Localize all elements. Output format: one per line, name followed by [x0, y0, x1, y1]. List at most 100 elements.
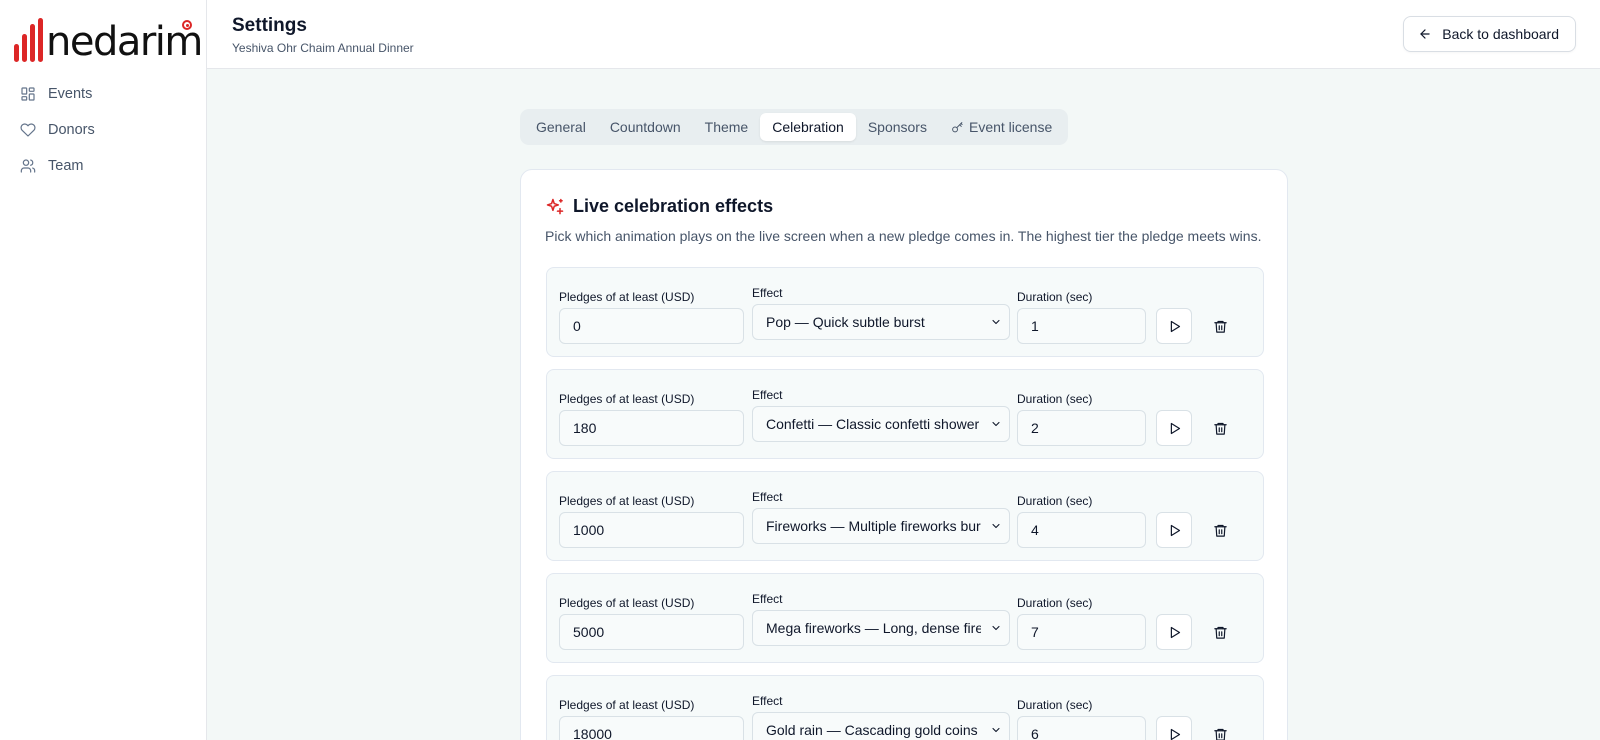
preview-button[interactable]: [1156, 512, 1192, 548]
tab-theme[interactable]: Theme: [693, 113, 761, 141]
duration-input[interactable]: 1: [1017, 308, 1146, 344]
effect-select-value: Confetti — Classic confetti shower: [766, 416, 980, 432]
grid-icon: [21, 87, 35, 101]
min-pledge-label: Pledges of at least (USD): [559, 494, 695, 508]
effect-label: Effect: [752, 694, 783, 708]
celebration-effects-card: Live celebration effects Pick which anim…: [520, 169, 1288, 740]
effect-select[interactable]: Gold rain — Cascading gold coins: [752, 712, 1010, 740]
card-description: Pick which animation plays on the live s…: [545, 228, 1262, 244]
tier-row: Pledges of at least (USD) Effect Duratio…: [546, 471, 1264, 561]
tab-general[interactable]: General: [524, 113, 598, 141]
duration-input[interactable]: 6: [1017, 716, 1146, 740]
min-pledge-label: Pledges of at least (USD): [559, 290, 695, 304]
min-pledge-label: Pledges of at least (USD): [559, 698, 695, 712]
sidebar: nedarim Events Donors Team: [0, 0, 207, 740]
effect-label: Effect: [752, 286, 783, 300]
tab-countdown[interactable]: Countdown: [598, 113, 693, 141]
tier-row: Pledges of at least (USD) Effect Duratio…: [546, 573, 1264, 663]
play-icon: [1170, 422, 1180, 434]
effect-select[interactable]: Mega fireworks — Long, dense fireworks: [752, 610, 1010, 646]
delete-tier-button[interactable]: [1202, 410, 1238, 446]
effect-select-value: Mega fireworks — Long, dense fireworks: [766, 620, 981, 636]
sidebar-item-label: Events: [48, 86, 93, 102]
chevron-down-icon: [992, 319, 1000, 325]
sidebar-item-donors[interactable]: Donors: [20, 112, 190, 148]
duration-label: Duration (sec): [1017, 290, 1093, 304]
card-title: Live celebration effects: [545, 196, 773, 217]
effect-label: Effect: [752, 388, 783, 402]
back-button-label: Back to dashboard: [1442, 26, 1559, 42]
chevron-down-icon: [992, 523, 1000, 529]
preview-button[interactable]: [1156, 716, 1192, 740]
arrow-left-icon: [1420, 29, 1430, 39]
tab-event-license[interactable]: Event license: [939, 113, 1064, 141]
duration-input[interactable]: 7: [1017, 614, 1146, 650]
trash-icon: [1213, 320, 1227, 333]
sidebar-item-label: Donors: [48, 122, 95, 138]
effect-select[interactable]: Fireworks — Multiple fireworks bursts: [752, 508, 1010, 544]
tab-label: Sponsors: [867, 119, 927, 135]
key-icon: [952, 121, 963, 132]
back-to-dashboard-button[interactable]: Back to dashboard: [1403, 16, 1576, 52]
effect-label: Effect: [752, 490, 783, 504]
play-icon: [1170, 524, 1180, 536]
chevron-down-icon: [992, 625, 1000, 631]
sidebar-nav: Events Donors Team: [20, 76, 190, 184]
effect-select-value: Fireworks — Multiple fireworks bursts: [766, 518, 981, 534]
play-icon: [1170, 728, 1180, 740]
settings-tabs: General Countdown Theme Celebration Spon…: [520, 109, 1069, 145]
effect-select[interactable]: Pop — Quick subtle burst: [752, 304, 1010, 340]
sidebar-item-team[interactable]: Team: [20, 148, 190, 184]
effect-select-value: Pop — Quick subtle burst: [766, 314, 925, 330]
min-pledge-input[interactable]: 180: [559, 410, 744, 446]
duration-input[interactable]: 2: [1017, 410, 1146, 446]
tab-label: Countdown: [609, 119, 681, 135]
preview-button[interactable]: [1156, 614, 1192, 650]
tab-label: Celebration: [772, 119, 844, 135]
duration-label: Duration (sec): [1017, 596, 1093, 610]
card-title-text: Live celebration effects: [573, 196, 774, 216]
event-name: Yeshiva Ohr Chaim Annual Dinner: [232, 41, 414, 55]
page-header: Settings Yeshiva Ohr Chaim Annual Dinner…: [207, 0, 1600, 69]
logo-bars-icon: [14, 18, 43, 62]
duration-label: Duration (sec): [1017, 698, 1093, 712]
trash-icon: [1213, 626, 1227, 639]
duration-label: Duration (sec): [1017, 392, 1093, 406]
delete-tier-button[interactable]: [1202, 512, 1238, 548]
delete-tier-button[interactable]: [1202, 716, 1238, 740]
preview-button[interactable]: [1156, 410, 1192, 446]
trash-icon: [1213, 524, 1227, 537]
effect-select[interactable]: Confetti — Classic confetti shower: [752, 406, 1010, 442]
chevron-down-icon: [992, 421, 1000, 427]
min-pledge-input[interactable]: 18000: [559, 716, 744, 740]
effect-label: Effect: [752, 592, 783, 606]
min-pledge-input[interactable]: 1000: [559, 512, 744, 548]
preview-button[interactable]: [1156, 308, 1192, 344]
play-icon: [1170, 320, 1180, 332]
brand-name: nedarim: [46, 19, 203, 65]
brand-logo[interactable]: nedarim: [14, 10, 203, 65]
sidebar-item-label: Team: [48, 158, 84, 174]
min-pledge-input[interactable]: 0: [559, 308, 744, 344]
tab-sponsors[interactable]: Sponsors: [856, 113, 939, 141]
page-title: Settings: [232, 15, 307, 36]
delete-tier-button[interactable]: [1202, 614, 1238, 650]
play-icon: [1170, 626, 1180, 638]
tier-row: Pledges of at least (USD) Effect Duratio…: [546, 369, 1264, 459]
tab-label: Theme: [704, 119, 749, 135]
effect-select-value: Gold rain — Cascading gold coins: [766, 722, 978, 738]
min-pledge-label: Pledges of at least (USD): [559, 596, 695, 610]
chevron-down-icon: [992, 727, 1000, 733]
tab-label: General: [536, 119, 586, 135]
sidebar-item-events[interactable]: Events: [20, 76, 190, 112]
delete-tier-button[interactable]: [1202, 308, 1238, 344]
min-pledge-label: Pledges of at least (USD): [559, 392, 695, 406]
tab-celebration[interactable]: Celebration: [760, 113, 856, 141]
duration-input[interactable]: 4: [1017, 512, 1146, 548]
min-pledge-input[interactable]: 5000: [559, 614, 744, 650]
trash-icon: [1213, 728, 1227, 740]
logo-dot-icon: [182, 20, 192, 30]
tier-row: Pledges of at least (USD) Effect Duratio…: [546, 675, 1264, 740]
trash-icon: [1213, 422, 1227, 435]
tier-row: Pledges of at least (USD) Effect Duratio…: [546, 267, 1264, 357]
